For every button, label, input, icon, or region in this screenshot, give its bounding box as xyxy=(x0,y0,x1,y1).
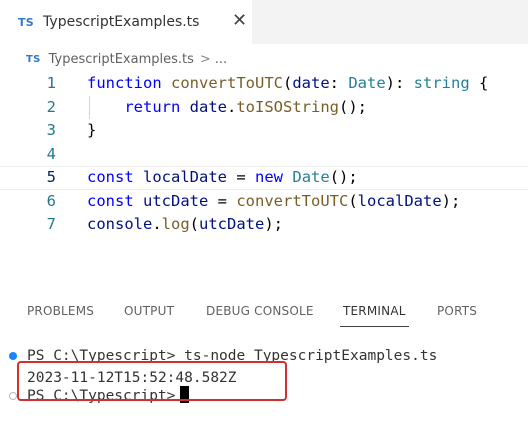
output-highlight-box xyxy=(17,361,287,401)
panel-tab-bar: PROBLEMS OUTPUT DEBUG CONSOLE TERMINAL P… xyxy=(0,300,528,326)
line-number: 2 xyxy=(46,97,56,116)
code-line[interactable]: 2 return date.toISOString(); xyxy=(0,95,528,119)
code-line[interactable]: 6 const utcDate = convertToUTC(localDate)… xyxy=(0,190,528,214)
tab-output[interactable]: OUTPUT xyxy=(124,304,174,318)
command-success-icon[interactable] xyxy=(9,352,17,360)
line-number: 6 xyxy=(46,191,56,210)
code-text: const utcDate = convertToUTC(localDate); xyxy=(87,191,461,210)
code-editor[interactable]: 1 function convertToUTC(date: Date): stri… xyxy=(0,72,528,237)
code-text: return date.toISOString(); xyxy=(124,97,367,116)
code-text: } xyxy=(87,121,97,139)
code-line[interactable]: 5 const localDate = new Date(); xyxy=(0,166,528,190)
tab-problems[interactable]: PROBLEMS xyxy=(27,304,94,318)
tab-ports[interactable]: PORTS xyxy=(437,304,477,318)
line-number: 4 xyxy=(46,144,56,163)
code-line[interactable]: 7 console.log(utcDate); xyxy=(0,213,528,237)
command-pending-icon[interactable] xyxy=(9,392,17,400)
active-tab-indicator xyxy=(340,326,409,327)
code-line[interactable]: 4 xyxy=(0,143,528,167)
line-number: 7 xyxy=(46,215,56,233)
code-line[interactable]: 3} xyxy=(0,119,528,143)
tab-debug-console[interactable]: DEBUG CONSOLE xyxy=(206,304,314,318)
line-number: 3 xyxy=(46,121,56,139)
code-text: const localDate = new Date(); xyxy=(87,168,358,186)
tab-terminal[interactable]: TERMINAL xyxy=(343,304,406,318)
terminal[interactable]: PS C:\Typescript> ts-node TypescriptExam… xyxy=(0,0,528,404)
code-text: console.log(utcDate); xyxy=(87,215,284,233)
line-number: 5 xyxy=(46,168,56,186)
